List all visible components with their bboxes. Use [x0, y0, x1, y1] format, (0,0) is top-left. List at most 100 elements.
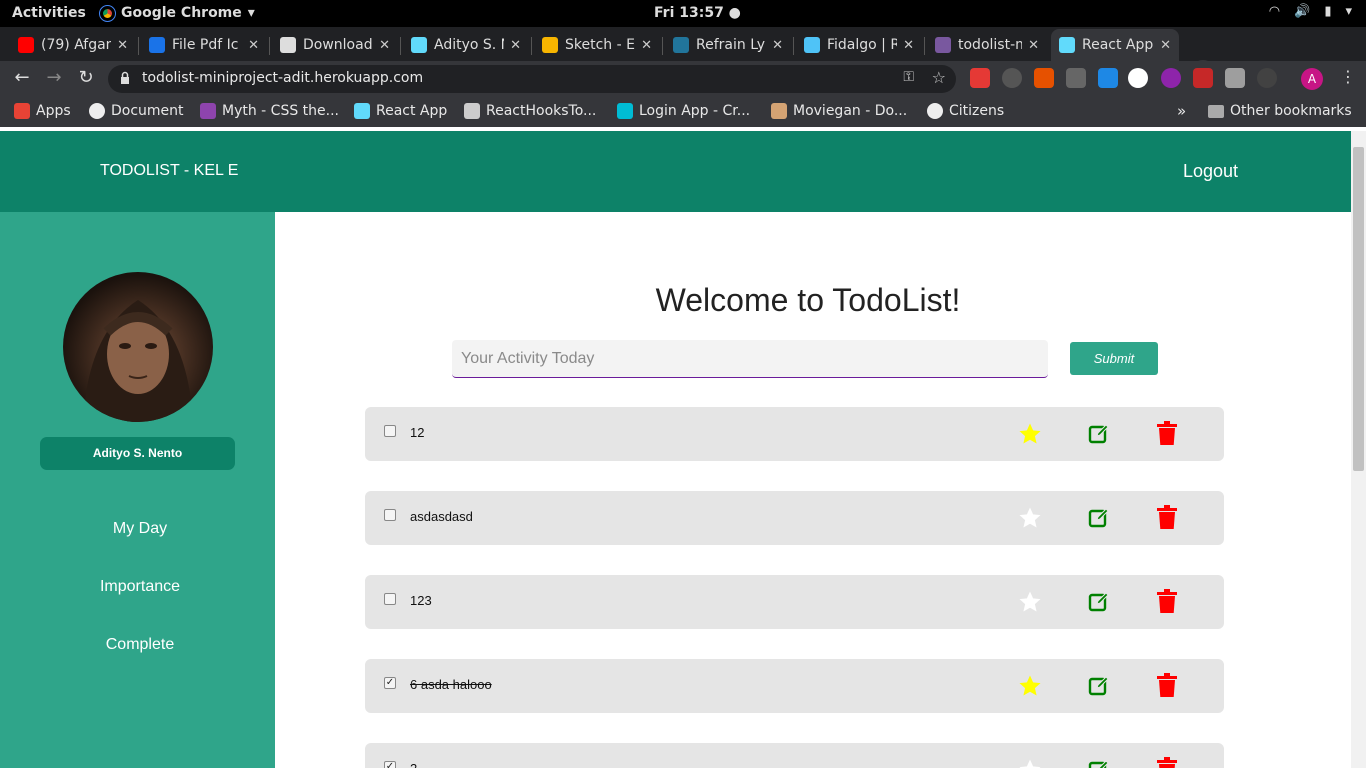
tab-separator: [793, 37, 794, 55]
trash-icon[interactable]: [1157, 757, 1177, 768]
star-icon[interactable]: [1018, 674, 1042, 698]
app-brand[interactable]: TODOLIST - KEL E: [100, 162, 238, 180]
extension-icon[interactable]: [1098, 68, 1118, 88]
extension-icon[interactable]: [970, 68, 990, 88]
tab-title: Fidalgo | R: [827, 37, 898, 53]
back-icon[interactable]: ←: [11, 67, 33, 89]
tab-favicon-icon: [673, 37, 689, 53]
browser-tab[interactable]: (79) Afgan ✕: [10, 29, 136, 61]
scrollbar-thumb[interactable]: [1353, 147, 1364, 471]
reload-icon[interactable]: ↻: [75, 67, 97, 89]
browser-tab[interactable]: Refrain Ly ✕: [665, 29, 791, 61]
extension-icon[interactable]: [1193, 68, 1213, 88]
tab-favicon-icon: [1059, 37, 1075, 53]
edit-icon[interactable]: [1088, 591, 1110, 613]
bookmark-item[interactable]: Citizens: [927, 103, 1004, 119]
nav-importance[interactable]: Importance: [0, 578, 280, 596]
forward-icon[interactable]: →: [43, 67, 65, 89]
tab-favicon-icon: [411, 37, 427, 53]
browser-tab[interactable]: Download ✕: [272, 29, 398, 61]
tab-separator: [400, 37, 401, 55]
bookmarks-overflow-chevron[interactable]: »: [1177, 102, 1186, 120]
user-name-badge: Adityo S. Nento: [40, 437, 235, 470]
bookmark-item[interactable]: Apps: [14, 103, 71, 119]
close-tab-icon[interactable]: ✕: [1160, 38, 1171, 53]
nav-my-day[interactable]: My Day: [0, 520, 280, 538]
todo-item: asdasdasd: [365, 491, 1224, 545]
bookmark-favicon-icon: [617, 103, 633, 119]
tab-favicon-icon: [804, 37, 820, 53]
system-tray[interactable]: ◠ 🔊 ▮ ▾: [1269, 4, 1352, 19]
todo-item: 123: [365, 575, 1224, 629]
close-tab-icon[interactable]: ✕: [1028, 38, 1039, 53]
url-text: todolist-miniproject-adit.herokuapp.com: [142, 70, 424, 86]
clock[interactable]: Fri 13:57 ●: [654, 5, 741, 21]
submit-button[interactable]: Submit: [1070, 342, 1158, 375]
close-tab-icon[interactable]: ✕: [772, 38, 783, 53]
tab-separator: [138, 37, 139, 55]
extension-icon[interactable]: [1161, 68, 1181, 88]
browser-tab[interactable]: Sketch - E ✕: [534, 29, 660, 61]
extension-icon[interactable]: [1066, 68, 1086, 88]
edit-icon[interactable]: [1088, 423, 1110, 445]
todo-checkbox[interactable]: [384, 425, 396, 437]
close-tab-icon[interactable]: ✕: [379, 38, 390, 53]
bookmark-item[interactable]: Document: [89, 103, 184, 119]
profile-avatar[interactable]: A: [1301, 68, 1323, 90]
todo-app-page: TODOLIST - KEL E Logout Adityo S. Nento …: [0, 131, 1351, 768]
app-menu[interactable]: Google Chrome ▾: [99, 4, 255, 22]
key-icon[interactable]: ⚿: [903, 69, 914, 85]
nav-complete[interactable]: Complete: [0, 636, 280, 654]
bookmark-item[interactable]: React App: [354, 103, 447, 119]
star-icon[interactable]: [1018, 506, 1042, 530]
lock-icon: [121, 71, 129, 84]
close-tab-icon[interactable]: ✕: [641, 38, 652, 53]
page-scrollbar[interactable]: [1351, 131, 1366, 768]
bookmark-label: Citizens: [949, 103, 1005, 119]
browser-tab[interactable]: todolist-m ✕: [927, 29, 1047, 61]
browser-tab[interactable]: React App ✕: [1051, 29, 1179, 61]
edit-icon[interactable]: [1088, 507, 1110, 529]
activities-button[interactable]: Activities: [12, 5, 86, 21]
logout-link[interactable]: Logout: [1183, 161, 1238, 182]
trash-icon[interactable]: [1157, 673, 1177, 697]
todo-checkbox[interactable]: [384, 593, 396, 605]
menu-kebab-icon[interactable]: ⋮: [1340, 67, 1356, 86]
close-tab-icon[interactable]: ✕: [248, 38, 259, 53]
star-icon[interactable]: [1018, 422, 1042, 446]
bookmark-label: ReactHooksTo...: [486, 103, 597, 119]
extension-icon[interactable]: [1002, 68, 1022, 88]
address-bar[interactable]: todolist-miniproject-adit.herokuapp.com …: [108, 65, 956, 93]
edit-icon[interactable]: [1088, 675, 1110, 697]
tab-title: Download: [303, 37, 373, 53]
close-tab-icon[interactable]: ✕: [117, 38, 128, 53]
activity-input[interactable]: [452, 340, 1048, 378]
trash-icon[interactable]: [1157, 505, 1177, 529]
bookmark-item[interactable]: Moviegan - Do...: [771, 103, 907, 119]
browser-tab[interactable]: Fidalgo | R ✕: [796, 29, 922, 61]
close-tab-icon[interactable]: ✕: [903, 38, 914, 53]
star-icon[interactable]: [1018, 758, 1042, 768]
bookmark-favicon-icon: [89, 103, 105, 119]
star-icon[interactable]: [1018, 590, 1042, 614]
extension-icon[interactable]: [1257, 68, 1277, 88]
todo-checkbox[interactable]: [384, 509, 396, 521]
bookmark-star-icon[interactable]: ☆: [932, 68, 946, 87]
other-bookmarks-label: Other bookmarks: [1230, 103, 1352, 119]
extension-icon[interactable]: [1225, 68, 1245, 88]
trash-icon[interactable]: [1157, 421, 1177, 445]
other-bookmarks[interactable]: Other bookmarks: [1208, 103, 1352, 119]
bookmark-item[interactable]: Myth - CSS the...: [200, 103, 339, 119]
todo-checkbox[interactable]: ✓: [384, 761, 396, 768]
bookmark-item[interactable]: Login App - Cr...: [617, 103, 750, 119]
edit-icon[interactable]: [1088, 759, 1110, 768]
trash-icon[interactable]: [1157, 589, 1177, 613]
bookmark-item[interactable]: ReactHooksTo...: [464, 103, 596, 119]
browser-tab[interactable]: Adityo S. N ✕: [403, 29, 529, 61]
extension-icon[interactable]: [1128, 68, 1148, 88]
extension-icon[interactable]: [1034, 68, 1054, 88]
browser-tab[interactable]: File Pdf Ic ✕: [141, 29, 267, 61]
close-tab-icon[interactable]: ✕: [510, 38, 521, 53]
todo-checkbox[interactable]: ✓: [384, 677, 396, 689]
sidebar: Adityo S. Nento My Day Importance Comple…: [0, 212, 275, 768]
